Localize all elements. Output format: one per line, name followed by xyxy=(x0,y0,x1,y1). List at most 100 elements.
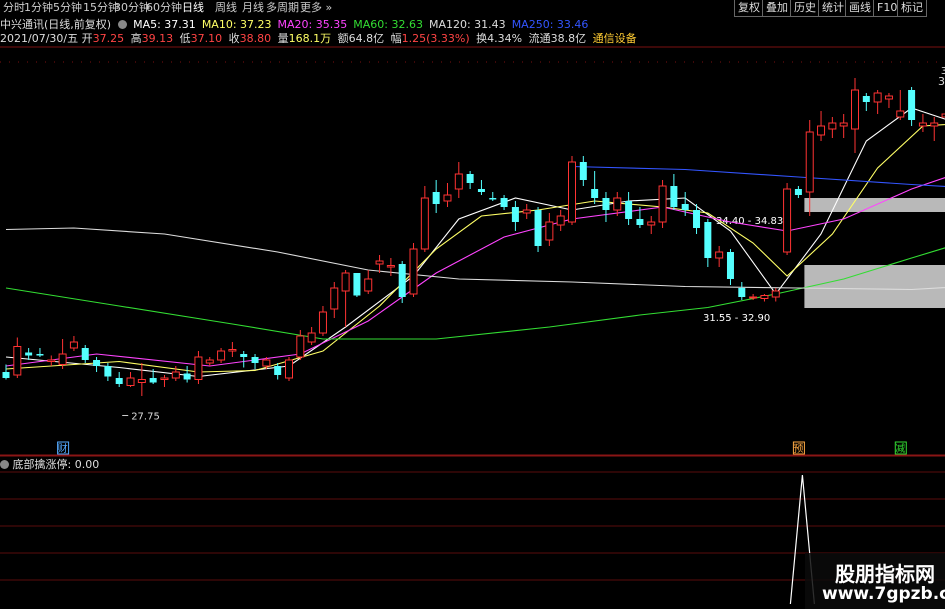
candle-body xyxy=(307,332,316,343)
candle-body xyxy=(36,354,44,356)
timeframe-tab-2[interactable]: 5分钟 xyxy=(53,0,82,16)
candle xyxy=(556,210,565,231)
candle xyxy=(500,195,508,210)
turnover-value: 4.34% xyxy=(487,32,523,45)
quote-info-line: 2021/07/30/五 开37.25 高39.13 低37.10 收38.80… xyxy=(0,32,640,46)
watermark-url: www.7gpzb.com xyxy=(822,584,945,604)
candle xyxy=(386,258,395,276)
candle xyxy=(534,207,542,252)
toolbar-button-2[interactable]: 历史 xyxy=(790,0,820,17)
candle-body xyxy=(466,174,474,183)
candle-body xyxy=(69,341,78,349)
candle-body xyxy=(862,96,870,102)
candle-body xyxy=(918,122,927,127)
volume-key: 量 xyxy=(277,32,289,45)
candle-body xyxy=(285,359,293,379)
candle-body xyxy=(137,379,146,383)
candle xyxy=(183,366,191,383)
candle-body xyxy=(647,221,656,226)
candle xyxy=(364,270,373,294)
change-key: 幅 xyxy=(390,32,402,45)
toolbar-button-4[interactable]: 画线 xyxy=(845,0,875,17)
turnover-key: 换 xyxy=(476,32,488,45)
candle-body xyxy=(420,197,429,250)
candle-body xyxy=(522,209,531,214)
float-key: 流通 xyxy=(528,32,551,45)
low-key: 低 xyxy=(179,32,191,45)
timeframe-tab-7[interactable]: 周线 xyxy=(215,0,237,16)
timeframe-tab-9[interactable]: 多周期 xyxy=(266,0,299,16)
candle xyxy=(738,282,746,300)
candle-body xyxy=(489,198,497,200)
candle xyxy=(466,171,474,189)
annotations: 39.1327.75财预减 xyxy=(57,66,945,455)
ma-line-ma60 xyxy=(5,247,945,340)
candle-body xyxy=(884,95,893,100)
toolbar-button-0[interactable]: 复权 xyxy=(734,0,764,17)
ma-list: MA5: 37.31 MA10: 37.23 MA20: 35.35 MA60: 32… xyxy=(133,18,594,31)
toolbar-button-6[interactable]: 标记 xyxy=(897,0,927,17)
toolbar-button-1[interactable]: 叠加 xyxy=(762,0,792,17)
candle-body xyxy=(636,219,644,225)
candle xyxy=(862,93,870,111)
settings-icon[interactable] xyxy=(117,20,127,29)
close-value: 38.80 xyxy=(239,32,272,45)
candle xyxy=(851,78,859,153)
candle-body xyxy=(205,359,214,364)
candle xyxy=(375,255,384,273)
price-zones: 34.40 - 34.8331.55 - 32.90 xyxy=(703,198,945,324)
candle xyxy=(398,261,406,303)
candle xyxy=(228,342,237,357)
candle xyxy=(318,306,327,336)
candle xyxy=(194,351,203,384)
marker-label-1: 预 xyxy=(793,443,803,455)
candle-body xyxy=(930,122,939,127)
candle xyxy=(579,156,587,186)
indicator-settings-icon[interactable] xyxy=(0,460,9,469)
sector-label[interactable]: 通信设备 xyxy=(593,32,637,45)
toolbar-button-3[interactable]: 统计 xyxy=(818,0,848,17)
candle-body xyxy=(149,378,157,383)
candle xyxy=(625,192,633,225)
candle-body xyxy=(817,125,826,136)
candle xyxy=(58,339,67,369)
amount-value: 64.8亿 xyxy=(348,32,385,45)
candle xyxy=(839,114,848,138)
candle-body xyxy=(511,207,519,222)
candle-body xyxy=(579,162,587,180)
candle-body xyxy=(183,373,191,380)
candle xyxy=(794,186,802,198)
candle-body xyxy=(93,360,101,366)
candle xyxy=(930,117,939,141)
grid-lines xyxy=(0,46,945,581)
timeframe-tab-1[interactable]: 1分钟 xyxy=(24,0,53,16)
indicator-value: : 0.00 xyxy=(67,458,100,471)
candle-body xyxy=(409,248,418,295)
candle-body xyxy=(715,251,724,259)
candle-body xyxy=(794,189,802,195)
candle xyxy=(715,246,724,267)
candle-body xyxy=(896,110,905,118)
candle-body xyxy=(828,122,837,130)
timeframe-tab-8[interactable]: 月线 xyxy=(242,0,264,16)
candle-body xyxy=(194,356,203,380)
candle xyxy=(591,171,599,204)
timeframe-tab-10[interactable]: 更多 » xyxy=(300,0,332,16)
candle-body xyxy=(591,189,599,198)
candle-body xyxy=(386,265,395,268)
candle-body xyxy=(908,90,916,120)
candle xyxy=(647,216,656,234)
timeframe-tab-0[interactable]: 分时 xyxy=(3,0,25,16)
timeframe-tab-5[interactable]: 60分钟 xyxy=(146,0,182,16)
candle xyxy=(2,364,10,380)
open-key: 开 xyxy=(81,32,93,45)
candle xyxy=(477,180,485,195)
candle xyxy=(81,345,89,363)
candle-body xyxy=(500,198,508,207)
marker-label-0: 财 xyxy=(58,442,68,455)
candle-body xyxy=(81,348,89,360)
candle xyxy=(918,114,927,132)
timeframe-tab-4[interactable]: 30分钟 xyxy=(114,0,150,16)
timeframe-tab-6[interactable]: 日线 xyxy=(182,0,204,16)
price-zone-label-1: 31.55 - 32.90 xyxy=(703,313,770,324)
